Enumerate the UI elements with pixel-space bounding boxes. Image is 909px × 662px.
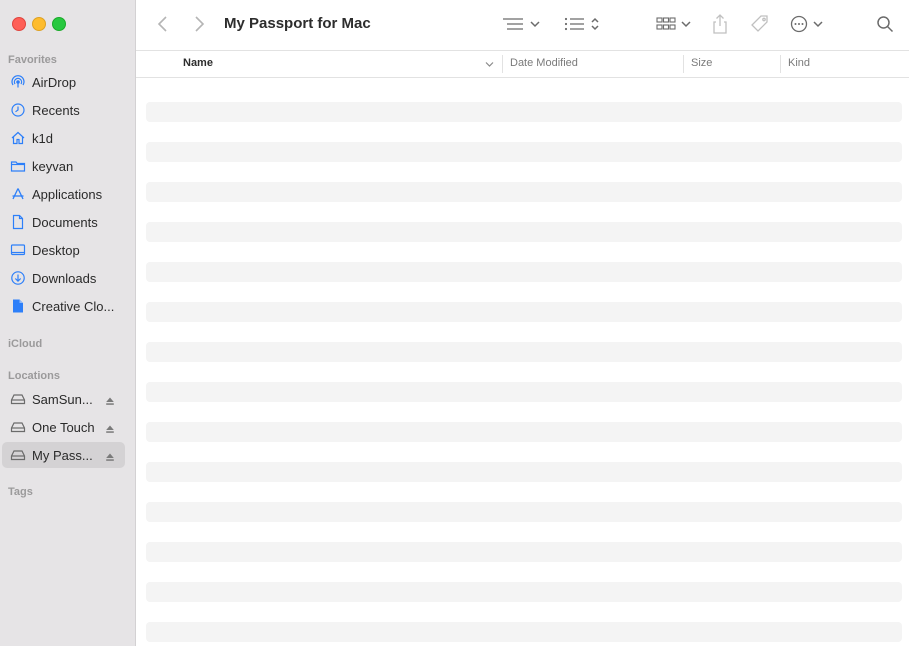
- chevron-down-icon: [813, 21, 823, 28]
- group-button[interactable]: [656, 13, 691, 35]
- sidebar-item-label: Recents: [32, 102, 80, 118]
- favorites-section-label: Favorites: [8, 54, 57, 66]
- sidebar-item-label: Applications: [32, 186, 103, 202]
- list-row-stripe: [146, 142, 902, 162]
- locations-section-label: Locations: [8, 370, 60, 382]
- sidebar-item-one-touch[interactable]: One Touch: [2, 414, 125, 440]
- list-row-stripe: [146, 222, 902, 242]
- sidebar-item-label: Documents: [32, 214, 98, 230]
- sidebar-item-my-passport[interactable]: My Pass...: [2, 442, 125, 468]
- chevron-left-icon: [157, 16, 167, 32]
- more-actions-button[interactable]: [790, 13, 823, 35]
- sidebar-item-label: AirDrop: [32, 74, 77, 90]
- sidebar-item-label: k1d: [32, 130, 53, 146]
- sidebar-item-k1d[interactable]: k1d: [2, 125, 125, 151]
- sidebar-item-samsung[interactable]: SamSun...: [2, 386, 125, 412]
- sidebar-item-airdrop[interactable]: AirDrop: [2, 69, 125, 95]
- desktop-icon: [10, 242, 26, 258]
- sidebar-item-label: Desktop: [32, 242, 80, 258]
- zoom-window-button[interactable]: [52, 17, 66, 31]
- column-header-name[interactable]: Name: [183, 57, 213, 69]
- list-row-stripe: [146, 422, 902, 442]
- sidebar-item-recents[interactable]: Recents: [2, 97, 125, 123]
- clock-icon: [10, 102, 26, 118]
- list-icon: [564, 17, 584, 31]
- sidebar-item-label: keyvan: [32, 158, 74, 174]
- drive-icon: [10, 391, 26, 407]
- eject-icon[interactable]: [105, 393, 115, 411]
- list-row-stripe: [146, 622, 902, 642]
- back-button[interactable]: [156, 13, 170, 35]
- house-icon: [10, 130, 26, 146]
- sidebar-item-label: Creative Clo...: [32, 298, 115, 314]
- sidebar-item-label: SamSun...: [32, 391, 93, 407]
- list-row-stripe: [146, 582, 902, 602]
- eject-icon[interactable]: [105, 421, 115, 439]
- search-icon: [877, 16, 894, 33]
- list-row-stripe: [146, 382, 902, 402]
- file-icon: [10, 298, 26, 314]
- sidebar-item-keyvan[interactable]: keyvan: [2, 153, 125, 179]
- download-icon: [10, 270, 26, 286]
- document-icon: [10, 214, 26, 230]
- drive-icon: [10, 447, 26, 463]
- airdrop-icon: [10, 74, 26, 90]
- list-row-stripe: [146, 182, 902, 202]
- updown-chevron-icon: [591, 17, 599, 31]
- tag-icon: [751, 15, 768, 32]
- sidebar-item-documents[interactable]: Documents: [2, 209, 125, 235]
- folder-icon: [10, 158, 26, 174]
- column-header-kind[interactable]: Kind: [788, 57, 810, 69]
- column-divider[interactable]: [683, 55, 684, 73]
- file-list[interactable]: [146, 102, 902, 662]
- list-row-stripe: [146, 262, 902, 282]
- list-row-stripe: [146, 302, 902, 322]
- list-row-stripe: [146, 502, 902, 522]
- list-row-stripe: [146, 102, 902, 122]
- column-header-size[interactable]: Size: [691, 57, 712, 69]
- window-title: My Passport for Mac: [224, 15, 371, 32]
- chevron-down-icon: [681, 21, 691, 28]
- sidebar-item-applications[interactable]: Applications: [2, 181, 125, 207]
- sidebar-item-label: One Touch: [32, 419, 95, 435]
- icloud-section-label: iCloud: [8, 338, 43, 350]
- column-divider[interactable]: [780, 55, 781, 73]
- list-row-stripe: [146, 542, 902, 562]
- column-header-bar: Name Date Modified Size Kind: [136, 51, 909, 78]
- list-outline-icon: [503, 18, 523, 30]
- sidebar-item-desktop[interactable]: Desktop: [2, 237, 125, 263]
- share-button[interactable]: [712, 13, 728, 35]
- tag-button[interactable]: [750, 13, 770, 35]
- chevron-right-icon: [195, 16, 205, 32]
- drive-icon: [10, 419, 26, 435]
- sidebar: Favorites AirDrop Recents k1d keyvan App…: [0, 0, 136, 646]
- ellipsis-circle-icon: [790, 15, 808, 33]
- sidebar-item-downloads[interactable]: Downloads: [2, 265, 125, 291]
- share-icon: [713, 14, 727, 34]
- search-button[interactable]: [876, 13, 894, 35]
- list-row-stripe: [146, 462, 902, 482]
- eject-icon[interactable]: [105, 449, 115, 467]
- sidebar-item-creative-cloud[interactable]: Creative Clo...: [2, 293, 125, 319]
- chevron-down-icon: [530, 21, 540, 28]
- list-row-stripe: [146, 342, 902, 362]
- tags-section-label: Tags: [8, 486, 33, 498]
- minimize-window-button[interactable]: [32, 17, 46, 31]
- forward-button[interactable]: [192, 13, 206, 35]
- sort-chevron-down-icon: [485, 62, 494, 67]
- column-divider[interactable]: [502, 55, 503, 73]
- view-options-button[interactable]: [502, 13, 540, 35]
- applications-icon: [10, 186, 26, 202]
- column-header-date-modified[interactable]: Date Modified: [510, 57, 578, 69]
- close-window-button[interactable]: [12, 17, 26, 31]
- sort-group-button[interactable]: [564, 13, 600, 35]
- grid-icon: [656, 17, 676, 30]
- toolbar: My Passport for Mac: [136, 0, 909, 51]
- sidebar-item-label: My Pass...: [32, 447, 93, 463]
- sidebar-item-label: Downloads: [32, 270, 97, 286]
